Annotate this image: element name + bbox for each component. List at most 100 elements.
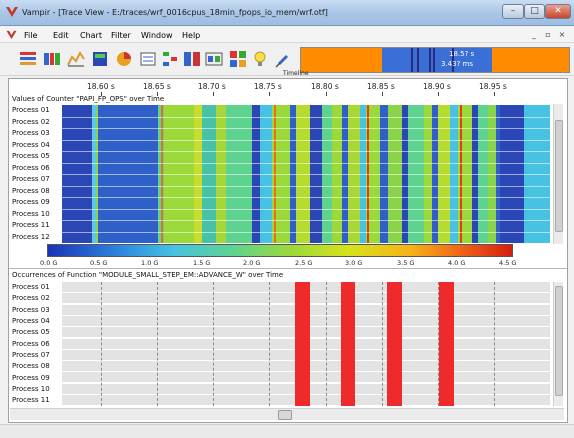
- status-bar: [0, 424, 574, 438]
- row-separator: [62, 162, 550, 164]
- chart-divider[interactable]: [9, 268, 567, 269]
- ruler-label: 18.85 s: [367, 82, 395, 91]
- function-process-label: Process 04: [12, 317, 50, 325]
- overview-time-label: 18.5? s: [449, 50, 475, 58]
- ruler-label: 18.65 s: [143, 82, 171, 91]
- legend-label: 1.5 G: [193, 259, 211, 267]
- legend-label: 3.0 G: [345, 259, 363, 267]
- ruler-label: 18.95 s: [479, 82, 507, 91]
- time-gridline: [382, 282, 383, 406]
- menu-file[interactable]: File: [24, 31, 37, 40]
- menu-chart[interactable]: Chart: [80, 31, 102, 40]
- horizontal-scroll-thumb[interactable]: [278, 410, 292, 420]
- vampir-logo-icon: [6, 7, 18, 17]
- counter-heatmap[interactable]: [62, 105, 550, 243]
- function-process-label: Process 02: [12, 294, 50, 302]
- row-separator: [62, 174, 550, 175]
- legend-label: 4.5 G: [499, 259, 517, 267]
- io-statistics-icon[interactable]: [204, 49, 224, 69]
- function-occurrence-block[interactable]: [439, 282, 454, 406]
- function-process-label: Process 10: [12, 385, 50, 393]
- idea-bulb-icon[interactable]: [250, 49, 270, 69]
- ruler-tick: [382, 92, 383, 96]
- counter-process-label: Process 02: [12, 117, 50, 126]
- row-separator: [62, 128, 550, 129]
- summary-chart-icon[interactable]: [90, 49, 110, 69]
- process-summary-icon[interactable]: [182, 49, 202, 69]
- counter-process-label: Process 07: [12, 175, 50, 183]
- message-statistics-icon[interactable]: [138, 49, 158, 69]
- counter-timeline-icon[interactable]: [66, 49, 86, 69]
- row-separator: [62, 231, 550, 233]
- ruler-label: 18.90 s: [423, 82, 451, 91]
- row-separator: [62, 139, 550, 141]
- process-timeline-icon[interactable]: [42, 49, 62, 69]
- call-tree-icon[interactable]: [160, 49, 180, 69]
- close-button[interactable]: ✕: [545, 4, 571, 19]
- function-process-label: Process 03: [12, 305, 50, 314]
- function-process-label: Process 06: [12, 339, 50, 348]
- row-separator: [62, 208, 550, 210]
- maximize-icon: □: [530, 6, 539, 16]
- function-occurrence-chart[interactable]: [62, 282, 550, 406]
- time-gridline: [101, 282, 102, 406]
- legend-label: 4.0 G: [448, 259, 466, 267]
- function-process-label: Process 01: [12, 283, 50, 291]
- legend-label: 0.0 G: [40, 259, 58, 267]
- menu-help[interactable]: Help: [182, 31, 200, 40]
- timeline-stripe: [411, 48, 413, 72]
- time-gridline: [269, 282, 270, 406]
- function-process-label: Process 09: [12, 373, 50, 382]
- overview-duration-label: 3.43? ms: [441, 60, 473, 68]
- communication-matrix-icon[interactable]: [228, 49, 248, 69]
- close-icon: ✕: [554, 6, 562, 16]
- timeline-stripe: [433, 48, 435, 72]
- function-process-label: Process 05: [12, 328, 50, 336]
- time-gridline: [213, 282, 214, 406]
- window-title: Vampir - [Trace View - E:/traces/wrf_001…: [22, 8, 328, 17]
- pin-icon[interactable]: [272, 49, 292, 69]
- function-process-label: Process 08: [12, 362, 50, 370]
- timeline-caption: Timeline: [283, 70, 309, 77]
- master-timeline-icon[interactable]: [18, 49, 38, 69]
- function-occurrence-block[interactable]: [387, 282, 402, 406]
- window-title-bar[interactable]: Vampir - [Trace View - E:/traces/wrf_001…: [0, 0, 574, 26]
- mdi-minimize-icon[interactable]: _: [528, 29, 540, 41]
- timeline-selection[interactable]: [382, 48, 492, 72]
- legend-label: 0.5 G: [90, 259, 108, 267]
- ruler-tick: [494, 92, 495, 96]
- counter-process-label: Process 08: [12, 186, 50, 195]
- mdi-maximize-icon[interactable]: ▫: [542, 29, 554, 41]
- time-gridline: [157, 282, 158, 406]
- counter-process-label: Process 04: [12, 140, 50, 149]
- counter-vertical-scrollbar[interactable]: [553, 104, 563, 244]
- mdi-close-icon[interactable]: ×: [556, 29, 568, 41]
- function-scroll-thumb[interactable]: [555, 286, 563, 396]
- time-gridline: [494, 282, 495, 406]
- horizontal-scrollbar[interactable]: [10, 408, 564, 420]
- ruler-label: 18.70 s: [198, 82, 226, 91]
- menu-filter[interactable]: Filter: [111, 31, 131, 40]
- menu-window[interactable]: Window: [141, 31, 173, 40]
- vampir-menu-logo-icon: [6, 30, 17, 40]
- timeline-overview[interactable]: 18.5? s 3.43? ms: [300, 47, 570, 73]
- minimize-icon: –: [510, 6, 516, 16]
- counter-process-label: Process 06: [12, 163, 50, 172]
- maximize-button[interactable]: □: [524, 4, 545, 19]
- counter-scroll-thumb[interactable]: [555, 120, 563, 232]
- ruler-tick: [269, 92, 270, 96]
- ruler-tick: [326, 92, 327, 96]
- pie-chart-icon[interactable]: [114, 49, 134, 69]
- row-separator: [62, 220, 550, 221]
- function-occurrence-block[interactable]: [341, 282, 355, 406]
- ruler-tick: [213, 92, 214, 96]
- counter-process-label: Process 03: [12, 129, 50, 137]
- menu-edit[interactable]: Edit: [53, 31, 69, 40]
- ruler-label: 18.75 s: [254, 82, 282, 91]
- ruler-tick: [438, 92, 439, 96]
- function-chart-title: Occurrences of Function "MODULE_SMALL_ST…: [12, 271, 284, 279]
- function-occurrence-block[interactable]: [295, 282, 310, 406]
- function-vertical-scrollbar[interactable]: [553, 282, 563, 406]
- minimize-button[interactable]: –: [502, 4, 524, 19]
- row-separator: [62, 185, 550, 187]
